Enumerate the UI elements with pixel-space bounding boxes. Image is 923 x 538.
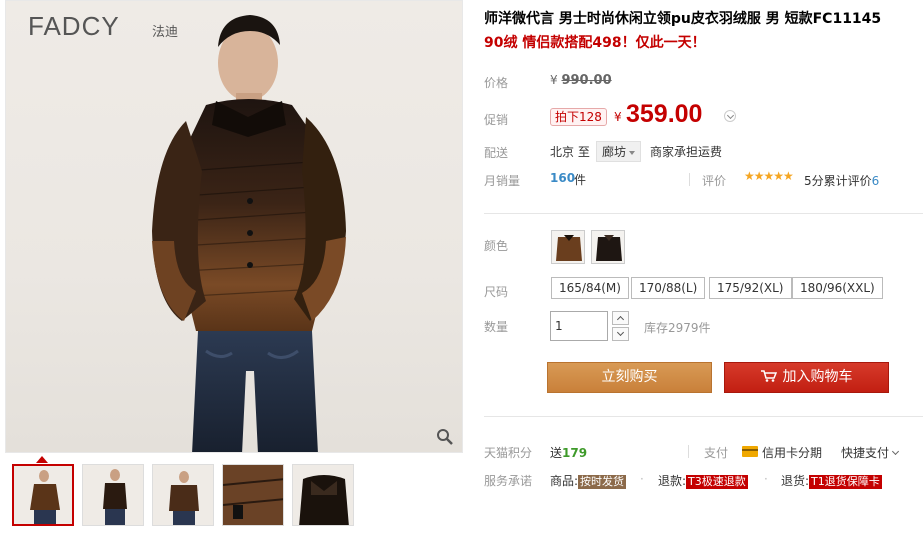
service-return[interactable]: 退货: T1退货保障卡 (781, 472, 882, 489)
zoom-icon[interactable] (436, 428, 454, 446)
points-value: 送179 (550, 444, 587, 461)
currency-symbol: ¥ (550, 73, 558, 87)
service-shipping-tag: 按时发货 (578, 475, 627, 489)
quantity-increase-button[interactable] (612, 311, 629, 325)
review-label: 评价 (702, 174, 727, 188)
thumbnail-2[interactable] (82, 464, 144, 526)
add-to-cart-button[interactable]: 加入购物车 (724, 362, 889, 393)
caret-down-icon (629, 150, 636, 155)
thumbnail-4[interactable] (222, 464, 284, 526)
product-title: 师洋微代言 男士时尚休闲立领pu皮衣羽绒服 男 短款FC11145 (484, 11, 882, 27)
product-gallery: FADCY 法迪 (0, 0, 463, 538)
product-info-panel: 师洋微代言 男士时尚休闲立领pu皮衣羽绒服 男 短款FC11145 90绒 情侣… (484, 0, 923, 538)
thumbnail-5[interactable] (292, 464, 354, 526)
points-number: 179 (562, 446, 588, 460)
size-option-xl[interactable]: 175/92(XL) (709, 277, 792, 299)
service-label: 服务承诺 (484, 474, 533, 488)
size-option-m[interactable]: 165/84(M) (551, 277, 629, 299)
quickpay-dropdown[interactable]: 快捷支付 (841, 444, 900, 461)
review-summary[interactable]: 5分累计评价6 (804, 172, 879, 189)
promo-label: 促销 (484, 113, 509, 127)
service-shipping-prefix: 商品: (550, 474, 579, 488)
service-shipping[interactable]: 商品: 按时发货 (550, 472, 627, 489)
points-label: 天猫积分 (484, 446, 533, 460)
monthly-sales-count: 160 (550, 171, 576, 185)
quickpay-label: 快捷支付 (841, 446, 890, 460)
quantity-label: 数量 (484, 320, 509, 334)
payment-label: 支付 (704, 446, 729, 460)
stock-count: 库存2979件 (644, 321, 711, 335)
promo-badge: 拍下128 (550, 108, 607, 126)
rating-stars-icon: ★★★★★ (744, 169, 794, 183)
divider (484, 416, 923, 417)
buy-now-label: 立刻购买 (601, 369, 658, 385)
price-label: 价格 (484, 76, 509, 90)
thumbnail-3[interactable] (152, 464, 214, 526)
price-chevron-down-icon[interactable] (724, 110, 736, 122)
product-subtitle: 90绒 情侣款搭配498！仅此一天！ (484, 35, 706, 51)
divider (688, 445, 689, 458)
monthly-sales-unit: 件 (574, 173, 587, 187)
shipping-label: 配送 (484, 146, 509, 160)
monthly-sales-label: 月销量 (484, 174, 521, 188)
color-swatch-brown[interactable] (551, 230, 585, 264)
rating-text: 5分累计评价 (804, 174, 872, 188)
size-label: 尺码 (484, 285, 509, 299)
shipping-from: 北京 至 (550, 145, 590, 159)
color-label: 颜色 (484, 239, 509, 253)
service-return-tag: T1退货保障卡 (809, 475, 882, 489)
divider (689, 173, 690, 186)
size-option-xxl[interactable]: 180/96(XXL) (792, 277, 883, 299)
promo-currency: ¥ (614, 110, 622, 124)
quantity-input[interactable] (550, 311, 608, 341)
divider (484, 213, 923, 214)
service-refund[interactable]: 退款: T3极速退款 (658, 472, 748, 489)
credit-card-installment[interactable]: 信用卡分期 (762, 444, 822, 461)
chevron-down-icon (891, 447, 900, 456)
review-count[interactable]: 6 (872, 174, 880, 188)
add-to-cart-label: 加入购物车 (782, 369, 853, 385)
thumbnail-strip (12, 464, 362, 528)
credit-card-icon (742, 446, 758, 457)
separator-dot: · (764, 472, 768, 486)
size-option-l[interactable]: 170/88(L) (631, 277, 706, 299)
cart-icon (760, 370, 777, 382)
promo-price: 359.00 (626, 100, 703, 128)
service-refund-prefix: 退款: (658, 474, 687, 488)
points-prefix: 送 (550, 446, 563, 460)
quantity-decrease-button[interactable] (612, 327, 629, 341)
model-figure (152, 15, 346, 452)
main-product-photo[interactable]: FADCY 法迪 (5, 0, 463, 453)
service-refund-tag: T3极速退款 (686, 475, 748, 489)
color-swatch-black[interactable] (591, 230, 625, 264)
original-price: ¥ 990.00 (550, 73, 612, 88)
shipping-destination-select[interactable]: 廊坊 (596, 141, 642, 162)
service-return-prefix: 退货: (781, 474, 810, 488)
thumbnail-1[interactable] (12, 464, 74, 526)
shipping-destination-value: 廊坊 (602, 145, 627, 159)
thumbnail-indicator (36, 456, 48, 463)
original-price-value: 990.00 (561, 73, 612, 88)
shipping-fee: 商家承担运费 (650, 145, 723, 159)
buy-now-button[interactable]: 立刻购买 (547, 362, 712, 393)
separator-dot: · (640, 472, 644, 486)
